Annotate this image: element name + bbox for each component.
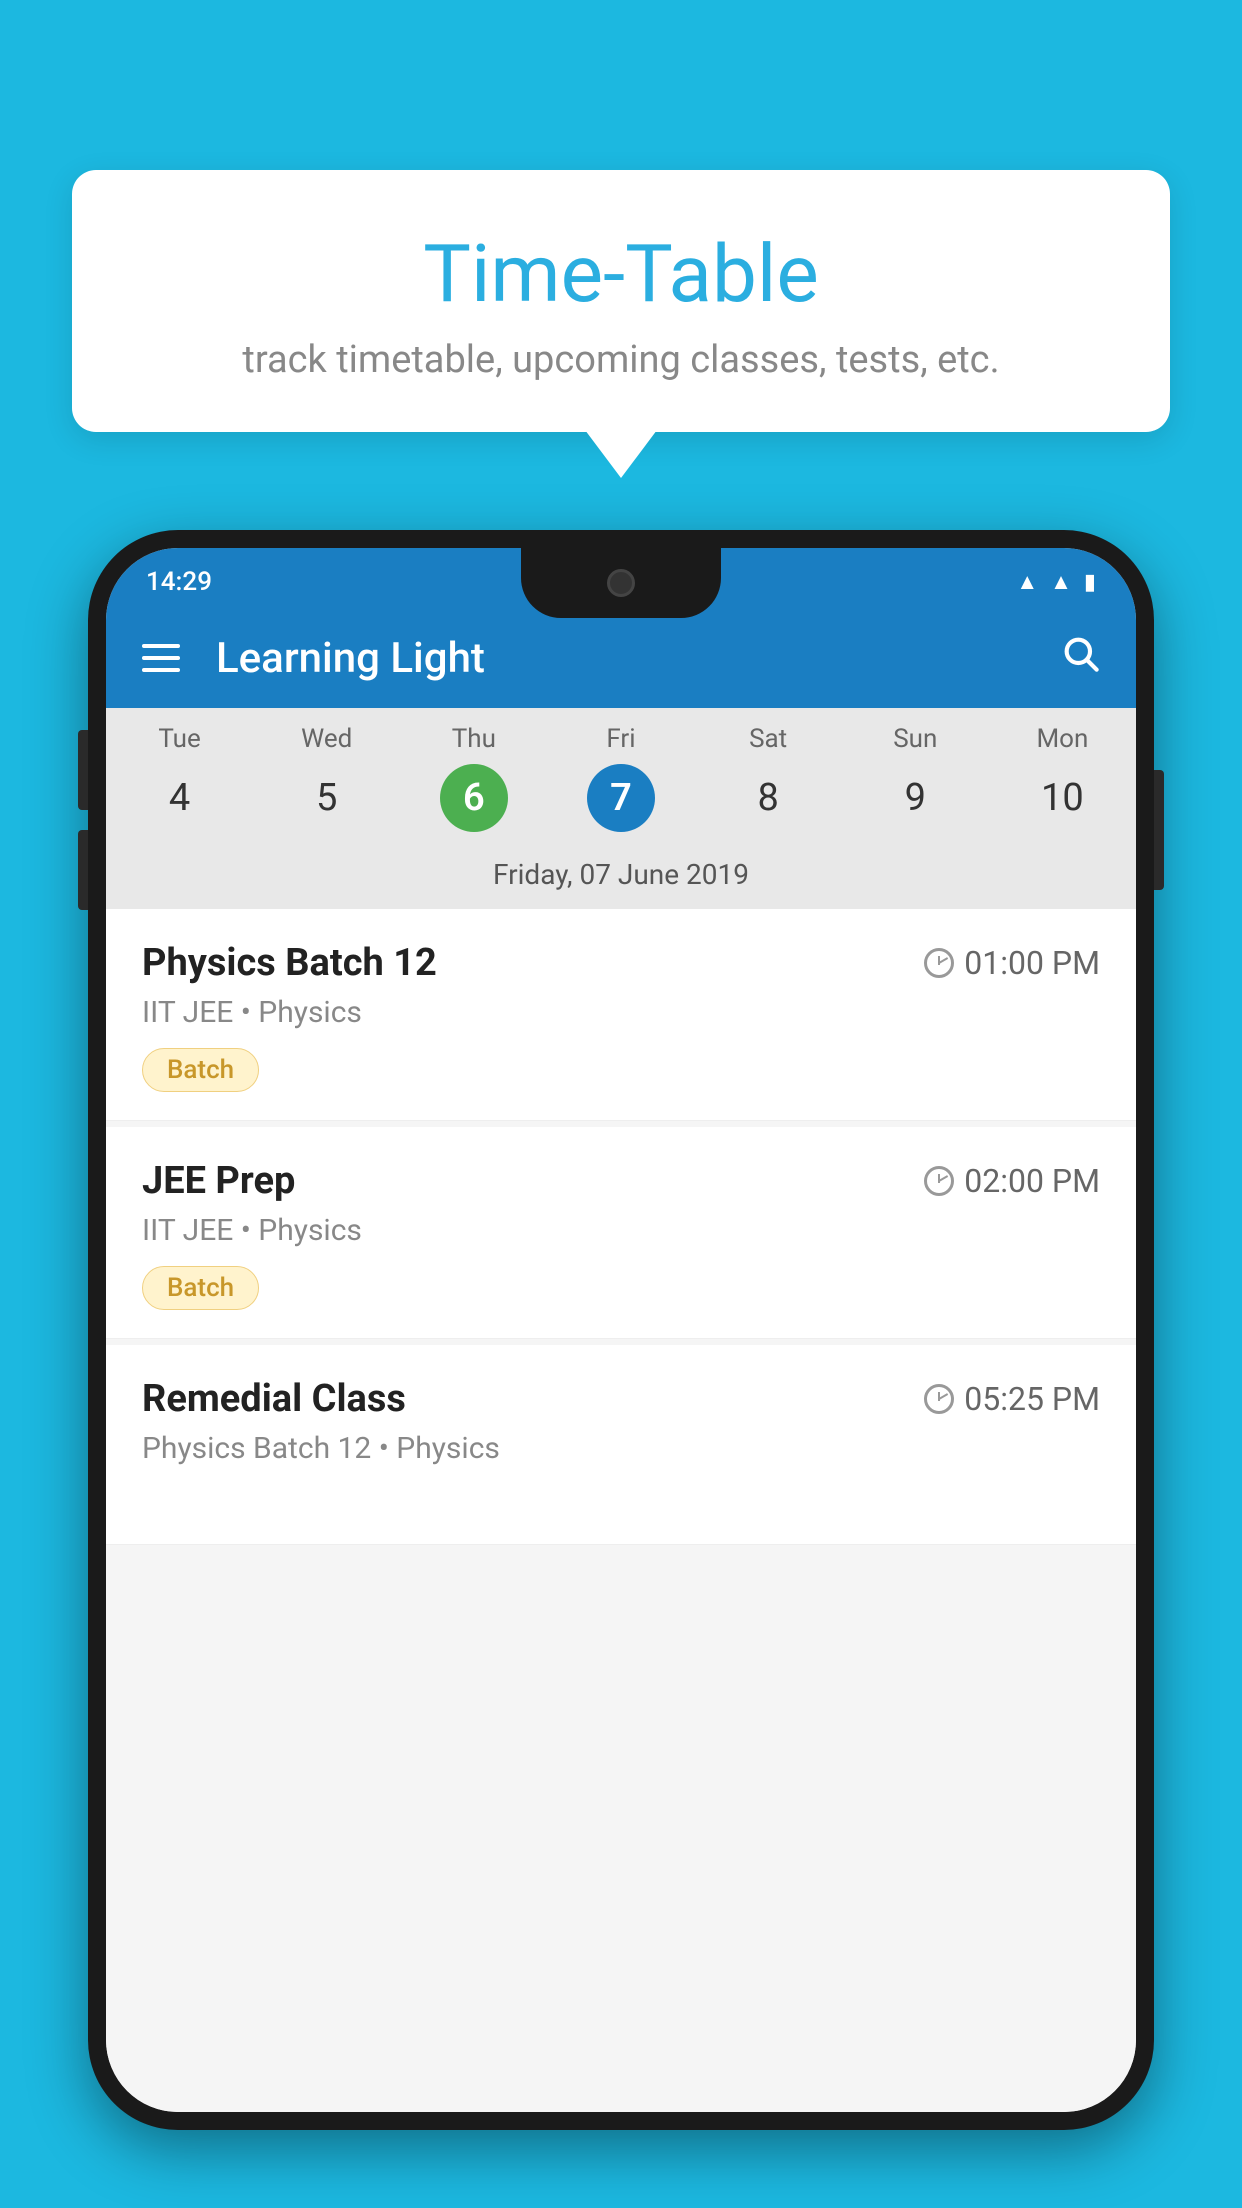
- schedule-item-3-header: Remedial Class 05:25 PM: [142, 1377, 1100, 1421]
- app-bar-title: Learning Light: [216, 634, 1060, 683]
- clock-icon-3: [924, 1384, 954, 1414]
- schedule-item-2-time: 02:00 PM: [964, 1162, 1100, 1200]
- signal-icon: ▲: [1050, 569, 1072, 595]
- phone-notch: [521, 548, 721, 618]
- schedule-item-2-subtitle: IIT JEE • Physics: [142, 1213, 1100, 1248]
- schedule-item-1-title: Physics Batch 12: [142, 941, 437, 985]
- clock-icon-2: [924, 1166, 954, 1196]
- phone-mockup: 14:29 ▲ ▲ ▮ Learning Light: [88, 530, 1154, 2130]
- power-button[interactable]: [1154, 770, 1164, 890]
- day-num-7-selected[interactable]: 7: [547, 764, 694, 832]
- wifi-icon: ▲: [1016, 569, 1038, 595]
- day-num-9[interactable]: 9: [842, 764, 989, 832]
- schedule-item-3-title: Remedial Class: [142, 1377, 406, 1421]
- schedule-item-2[interactable]: JEE Prep 02:00 PM IIT JEE • Physics Batc…: [106, 1127, 1136, 1339]
- schedule-item-2-badge: Batch: [142, 1266, 259, 1310]
- day-num-5[interactable]: 5: [253, 764, 400, 832]
- bubble-subtitle: track timetable, upcoming classes, tests…: [132, 338, 1110, 382]
- day-col-sat: Sat: [695, 724, 842, 754]
- schedule-item-1-subtitle: IIT JEE • Physics: [142, 995, 1100, 1030]
- app-bar: Learning Light: [106, 608, 1136, 708]
- schedule-item-1-time-container: 01:00 PM: [924, 944, 1100, 982]
- schedule-item-2-time-container: 02:00 PM: [924, 1162, 1100, 1200]
- day-col-thu: Thu: [400, 724, 547, 754]
- clock-icon-1: [924, 948, 954, 978]
- schedule-item-1[interactable]: Physics Batch 12 01:00 PM IIT JEE • Phys…: [106, 909, 1136, 1121]
- day-num-10[interactable]: 10: [989, 764, 1136, 832]
- schedule-item-1-header: Physics Batch 12 01:00 PM: [142, 941, 1100, 985]
- day-numbers: 4 5 6 7 8 9 10: [106, 760, 1136, 848]
- day-num-6-today[interactable]: 6: [400, 764, 547, 832]
- schedule-item-3-time-container: 05:25 PM: [924, 1380, 1100, 1418]
- schedule-list: Physics Batch 12 01:00 PM IIT JEE • Phys…: [106, 909, 1136, 2112]
- day-col-wed: Wed: [253, 724, 400, 754]
- schedule-item-2-title: JEE Prep: [142, 1159, 295, 1203]
- day-num-4[interactable]: 4: [106, 764, 253, 832]
- status-time: 14:29: [146, 567, 212, 597]
- day-col-sun: Sun: [842, 724, 989, 754]
- calendar-strip: Tue Wed Thu Fri Sat Sun Mon 4 5 6 7 8 9 …: [106, 708, 1136, 909]
- day-col-tue: Tue: [106, 724, 253, 754]
- search-icon[interactable]: [1060, 632, 1100, 684]
- day-num-8[interactable]: 8: [695, 764, 842, 832]
- speech-bubble-card: Time-Table track timetable, upcoming cla…: [72, 170, 1170, 432]
- volume-up-button[interactable]: [78, 730, 88, 810]
- day-headers: Tue Wed Thu Fri Sat Sun Mon: [106, 708, 1136, 760]
- day-col-mon: Mon: [989, 724, 1136, 754]
- camera-dot: [607, 569, 635, 597]
- hamburger-menu-icon[interactable]: [142, 644, 180, 672]
- day-col-fri: Fri: [547, 724, 694, 754]
- phone-screen: 14:29 ▲ ▲ ▮ Learning Light: [106, 548, 1136, 2112]
- schedule-item-3-time: 05:25 PM: [964, 1380, 1100, 1418]
- battery-icon: ▮: [1084, 570, 1096, 595]
- phone-outer-shell: 14:29 ▲ ▲ ▮ Learning Light: [88, 530, 1154, 2130]
- schedule-item-1-time: 01:00 PM: [964, 944, 1100, 982]
- schedule-item-1-badge: Batch: [142, 1048, 259, 1092]
- schedule-item-3-subtitle: Physics Batch 12 • Physics: [142, 1431, 1100, 1466]
- schedule-item-3[interactable]: Remedial Class 05:25 PM Physics Batch 12…: [106, 1345, 1136, 1545]
- volume-down-button[interactable]: [78, 830, 88, 910]
- selected-date-label: Friday, 07 June 2019: [106, 848, 1136, 909]
- status-icons: ▲ ▲ ▮: [1016, 569, 1096, 595]
- bubble-title: Time-Table: [132, 230, 1110, 318]
- schedule-item-2-header: JEE Prep 02:00 PM: [142, 1159, 1100, 1203]
